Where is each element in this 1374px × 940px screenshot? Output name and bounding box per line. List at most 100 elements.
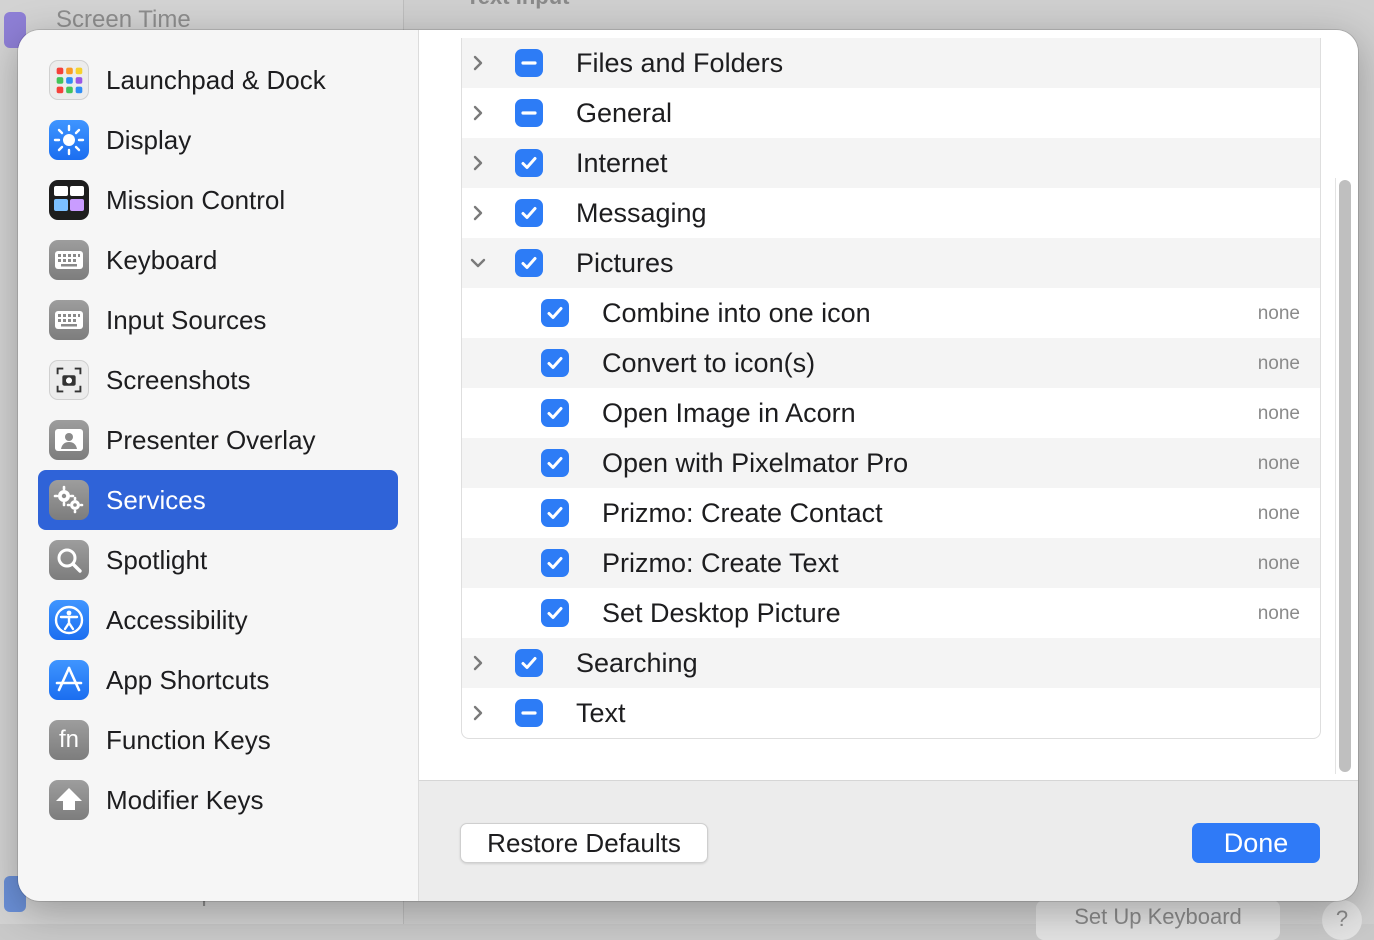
sidebar-item-label: Accessibility bbox=[106, 604, 248, 635]
scrollbar-thumb[interactable] bbox=[1339, 180, 1351, 772]
chevron-right-icon[interactable] bbox=[468, 53, 488, 73]
chevron-right-icon[interactable] bbox=[468, 103, 488, 123]
app-shortcuts-icon bbox=[49, 660, 89, 700]
sidebar-item-screenshots[interactable]: Screenshots bbox=[38, 350, 398, 410]
background-section-heading: Text Input bbox=[466, 0, 569, 10]
sidebar-item-app-shortcuts[interactable]: App Shortcuts bbox=[38, 650, 398, 710]
service-category-row[interactable]: Internet bbox=[462, 138, 1320, 188]
done-button[interactable]: Done bbox=[1192, 823, 1320, 863]
chevron-right-icon[interactable] bbox=[468, 703, 488, 723]
service-item-label: Combine into one icon bbox=[602, 298, 871, 328]
service-category-row[interactable]: General bbox=[462, 88, 1320, 138]
function-keys-icon: fn bbox=[49, 720, 89, 760]
checkbox[interactable] bbox=[541, 299, 569, 327]
screenshots-icon bbox=[49, 360, 89, 400]
shortcut-value[interactable]: none bbox=[1258, 553, 1300, 575]
sidebar-item-label: Presenter Overlay bbox=[106, 424, 316, 455]
sidebar-item-label: Input Sources bbox=[106, 304, 267, 335]
chevron-down-icon[interactable] bbox=[468, 253, 488, 273]
checkbox[interactable] bbox=[515, 149, 543, 177]
shortcut-value[interactable]: none bbox=[1258, 303, 1300, 325]
chevron-right-icon[interactable] bbox=[468, 203, 488, 223]
checkbox[interactable] bbox=[541, 449, 569, 477]
sidebar-item-presenter-overlay[interactable]: Presenter Overlay bbox=[38, 410, 398, 470]
service-category-label: Messaging bbox=[576, 198, 707, 228]
services-icon bbox=[49, 480, 89, 520]
sidebar-item-label: App Shortcuts bbox=[106, 664, 270, 695]
spotlight-icon bbox=[49, 540, 89, 580]
service-item-row[interactable]: Set Desktop Picture none bbox=[462, 588, 1320, 638]
sidebar-item-display[interactable]: Display bbox=[38, 110, 398, 170]
service-item-row[interactable]: Open with Pixelmator Pro none bbox=[462, 438, 1320, 488]
shortcut-value[interactable]: none bbox=[1258, 403, 1300, 425]
shortcuts-sidebar: Launchpad & Dock Display Mission Control Ke… bbox=[18, 30, 419, 901]
sidebar-item-mission-control[interactable]: Mission Control bbox=[38, 170, 398, 230]
service-category-row[interactable]: Pictures bbox=[462, 238, 1320, 288]
sidebar-item-label: Modifier Keys bbox=[106, 784, 264, 815]
checkbox[interactable] bbox=[541, 549, 569, 577]
mixed-checkbox[interactable] bbox=[515, 49, 543, 77]
sidebar-item-label: Mission Control bbox=[106, 184, 286, 215]
services-panel: Files and Folders General Internet Messagin… bbox=[419, 30, 1358, 780]
mixed-checkbox[interactable] bbox=[515, 99, 543, 127]
service-category-row[interactable]: Text bbox=[462, 688, 1320, 738]
checkbox[interactable] bbox=[541, 349, 569, 377]
service-category-label: General bbox=[576, 98, 673, 128]
checkbox[interactable] bbox=[541, 399, 569, 427]
sidebar-item-label: Screenshots bbox=[106, 364, 251, 395]
sidebar-item-launchpad-dock[interactable]: Launchpad & Dock bbox=[38, 50, 398, 110]
chevron-right-icon[interactable] bbox=[468, 153, 488, 173]
service-item-label: Open with Pixelmator Pro bbox=[602, 448, 909, 478]
presenter-overlay-icon bbox=[49, 420, 89, 460]
service-item-row[interactable]: Open Image in Acorn none bbox=[462, 388, 1320, 438]
sidebar-item-label: Spotlight bbox=[106, 544, 208, 575]
service-category-row[interactable]: Messaging bbox=[462, 188, 1320, 238]
sidebar-item-keyboard[interactable]: Keyboard bbox=[38, 230, 398, 290]
service-item-label: Prizmo: Create Text bbox=[602, 548, 839, 578]
service-item-label: Open Image in Acorn bbox=[602, 398, 856, 428]
sidebar-item-label: Function Keys bbox=[106, 724, 271, 755]
service-item-row[interactable]: Prizmo: Create Text none bbox=[462, 538, 1320, 588]
service-item-label: Set Desktop Picture bbox=[602, 598, 841, 628]
sidebar-item-label: Keyboard bbox=[106, 244, 218, 275]
checkbox[interactable] bbox=[541, 599, 569, 627]
service-item-row[interactable]: Prizmo: Create Contact none bbox=[462, 488, 1320, 538]
sidebar-item-label: Services bbox=[106, 484, 206, 515]
service-category-label: Files and Folders bbox=[576, 48, 784, 78]
accessibility-icon bbox=[49, 600, 89, 640]
chevron-right-icon[interactable] bbox=[468, 653, 488, 673]
launchpad-dock-icon bbox=[49, 60, 89, 100]
sidebar-item-accessibility[interactable]: Accessibility bbox=[38, 590, 398, 650]
service-category-label: Pictures bbox=[576, 248, 674, 278]
sidebar-item-services[interactable]: Services bbox=[38, 470, 398, 530]
sidebar-item-function-keys[interactable]: fn Function Keys bbox=[38, 710, 398, 770]
checkbox[interactable] bbox=[515, 199, 543, 227]
shortcut-value[interactable]: none bbox=[1258, 353, 1300, 375]
service-category-row[interactable]: Files and Folders bbox=[462, 38, 1320, 88]
service-category-label: Searching bbox=[576, 648, 698, 678]
shortcut-value[interactable]: none bbox=[1258, 453, 1300, 475]
checkbox[interactable] bbox=[515, 249, 543, 277]
service-item-label: Convert to icon(s) bbox=[602, 348, 816, 378]
service-item-row[interactable]: Convert to icon(s) none bbox=[462, 338, 1320, 388]
service-category-row[interactable]: Searching bbox=[462, 638, 1320, 688]
sidebar-item-label: Launchpad & Dock bbox=[106, 64, 326, 95]
shortcut-value[interactable]: none bbox=[1258, 603, 1300, 625]
service-category-label: Text bbox=[576, 698, 626, 728]
setup-keyboard-button: Set Up Keyboard bbox=[1036, 900, 1280, 940]
restore-defaults-button[interactable]: Restore Defaults bbox=[460, 823, 708, 863]
service-item-row[interactable]: Combine into one icon none bbox=[462, 288, 1320, 338]
shortcut-value[interactable]: none bbox=[1258, 503, 1300, 525]
mixed-checkbox[interactable] bbox=[515, 699, 543, 727]
service-item-label: Prizmo: Create Contact bbox=[602, 498, 883, 528]
sidebar-item-input-sources[interactable]: Input Sources bbox=[38, 290, 398, 350]
sidebar-item-modifier-keys[interactable]: Modifier Keys bbox=[38, 770, 398, 830]
sheet-footer: Restore Defaults Done bbox=[419, 780, 1358, 901]
checkbox[interactable] bbox=[541, 499, 569, 527]
keyboard-shortcuts-sheet: Launchpad & Dock Display Mission Control Ke… bbox=[18, 30, 1358, 901]
sidebar-item-spotlight[interactable]: Spotlight bbox=[38, 530, 398, 590]
checkbox[interactable] bbox=[515, 649, 543, 677]
input-sources-icon bbox=[49, 300, 89, 340]
services-list: Files and Folders General Internet Messagin… bbox=[461, 38, 1321, 739]
display-icon bbox=[49, 120, 89, 160]
